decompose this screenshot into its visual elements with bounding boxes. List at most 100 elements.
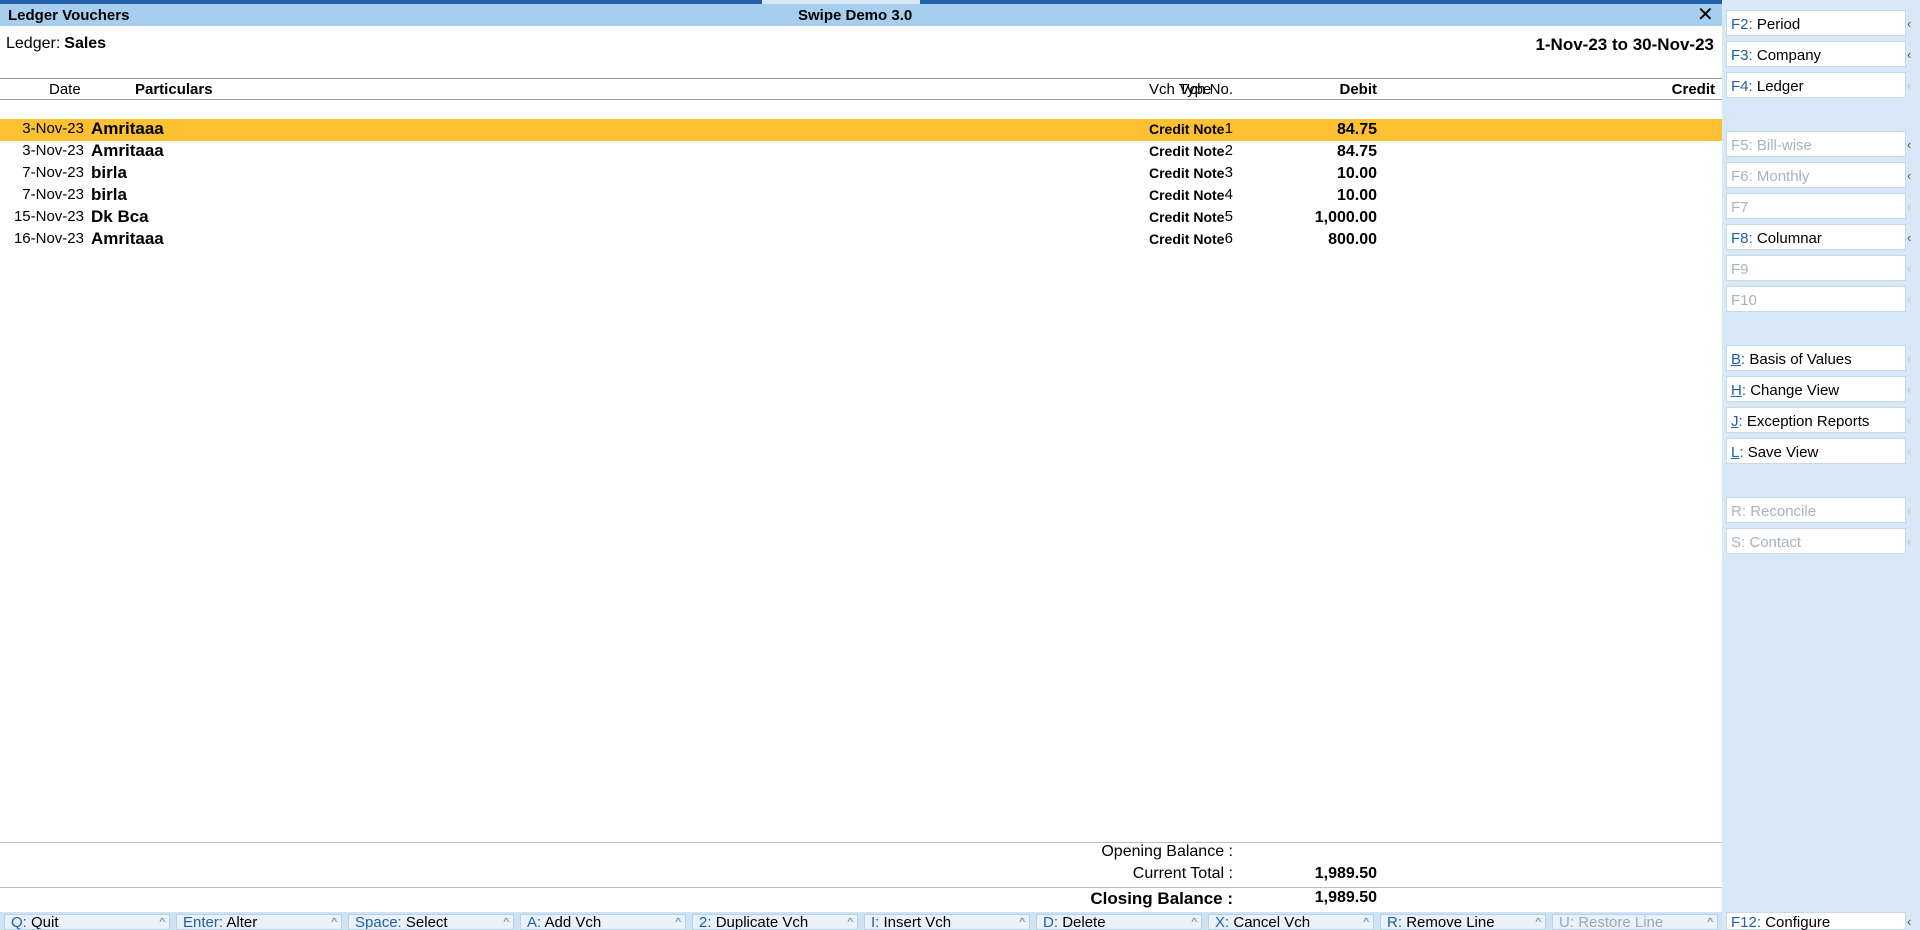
chevron-left-icon[interactable]: ‹ — [1907, 261, 1919, 276]
row-particulars: Amritaaa — [91, 119, 164, 138]
button-label: Restore Line — [1578, 914, 1664, 930]
chevron-up-icon: ^ — [331, 915, 337, 929]
row-vch-no: 6 — [1224, 230, 1233, 247]
chevron-left-icon[interactable]: ‹ — [1907, 16, 1919, 31]
restore-line-button[interactable]: U: Restore Line ^ — [1552, 914, 1718, 930]
period-range: 1-Nov-23 to 30-Nov-23 — [1535, 35, 1714, 54]
row-vch-no: 4 — [1224, 186, 1233, 203]
button-label: Monthly — [1756, 168, 1810, 185]
button-label: Select — [405, 914, 448, 930]
shortcut-key: F4 — [1731, 78, 1749, 95]
button-label: Duplicate Vch — [715, 914, 809, 930]
monthly-button[interactable]: F6: Monthly ‹ — [1726, 162, 1911, 188]
chevron-up-icon: ^ — [1019, 915, 1025, 929]
row-vch-type: Credit Note — [1149, 121, 1225, 137]
button-label: Columnar — [1756, 230, 1822, 247]
chevron-left-icon[interactable]: ‹ — [1907, 503, 1919, 518]
chevron-left-icon[interactable]: ‹ — [1907, 413, 1919, 428]
select-button[interactable]: Space: Select ^ — [348, 914, 514, 930]
contact-button[interactable]: S: Contact ‹ — [1726, 528, 1911, 554]
f10-button[interactable]: F10 ‹ — [1726, 286, 1911, 312]
close-icon[interactable]: ✕ — [1697, 2, 1714, 27]
row-vch-no: 1 — [1224, 120, 1233, 137]
table-row[interactable]: 15-Nov-23 Dk Bca Credit Note 5 1,000.00 — [0, 207, 1722, 229]
chevron-left-icon[interactable]: ‹ — [1907, 534, 1919, 549]
reconcile-button[interactable]: R: Reconcile ‹ — [1726, 497, 1911, 523]
chevron-left-icon[interactable]: ‹ — [1907, 168, 1919, 183]
button-label: Cancel Vch — [1233, 914, 1311, 930]
button-label: Change View — [1750, 382, 1840, 399]
period-button[interactable]: F2: Period ‹ — [1726, 10, 1911, 36]
totals-panel: Opening Balance : Current Total : 1,989.… — [0, 842, 1722, 910]
chevron-left-icon[interactable]: ‹ — [1907, 444, 1919, 459]
shortcut-key: U — [1559, 914, 1570, 930]
chevron-up-icon: ^ — [159, 915, 165, 929]
report-title: Ledger Vouchers — [8, 7, 130, 24]
button-label: Ledger — [1756, 78, 1804, 95]
table-row[interactable]: 3-Nov-23 Amritaaa Credit Note 2 84.75 — [0, 141, 1722, 163]
row-debit: 800.00 — [1328, 231, 1377, 248]
configure-button[interactable]: F12: Configure ‹ — [1726, 912, 1911, 930]
delete-button[interactable]: D: Delete ^ — [1036, 914, 1202, 930]
insert-voucher-button[interactable]: I: Insert Vch ^ — [864, 914, 1030, 930]
alter-button[interactable]: Enter: Alter ^ — [176, 914, 342, 930]
row-vch-no: 3 — [1224, 164, 1233, 181]
f7-button[interactable]: F7 ‹ — [1726, 193, 1911, 219]
col-credit: Credit — [1671, 81, 1715, 98]
company-button[interactable]: F3: Company ‹ — [1726, 41, 1911, 67]
row-vch-type: Credit Note — [1149, 143, 1225, 159]
row-debit: 10.00 — [1336, 165, 1377, 182]
button-label: Delete — [1062, 914, 1106, 930]
row-debit: 84.75 — [1336, 143, 1377, 160]
bill-wise-button[interactable]: F5: Bill-wise ‹ — [1726, 131, 1911, 157]
table-row[interactable]: 16-Nov-23 Amritaaa Credit Note 6 800.00 — [0, 229, 1722, 251]
company-name: Swipe Demo 3.0 — [798, 7, 913, 24]
row-vch-no: 2 — [1224, 142, 1233, 159]
chevron-up-icon: ^ — [1191, 915, 1197, 929]
duplicate-voucher-button[interactable]: 2: Duplicate Vch ^ — [692, 914, 858, 930]
ledger-label: Ledger: Sales — [6, 35, 106, 53]
table-row[interactable]: 7-Nov-23 birla Credit Note 3 10.00 — [0, 163, 1722, 185]
chevron-left-icon[interactable]: ‹ — [1907, 292, 1919, 307]
row-date: 7-Nov-23 — [22, 164, 84, 181]
chevron-left-icon[interactable]: ‹ — [1907, 137, 1919, 152]
chevron-up-icon: ^ — [675, 915, 681, 929]
shortcut-key: B — [1731, 351, 1742, 368]
table-row[interactable]: 7-Nov-23 birla Credit Note 4 10.00 — [0, 185, 1722, 207]
chevron-up-icon: ^ — [503, 915, 509, 929]
columnar-button[interactable]: F8: Columnar ‹ — [1726, 224, 1911, 250]
button-label: Contact — [1749, 534, 1802, 551]
totals-divider — [0, 887, 1722, 888]
remove-line-button[interactable]: R: Remove Line ^ — [1380, 914, 1546, 930]
add-voucher-button[interactable]: A: Add Vch ^ — [520, 914, 686, 930]
chevron-left-icon[interactable]: ‹ — [1907, 914, 1919, 929]
shortcut-key: A — [527, 914, 538, 930]
chevron-left-icon[interactable]: ‹ — [1907, 78, 1919, 93]
quit-button[interactable]: Q: Quit ^ — [4, 914, 170, 930]
row-particulars: birla — [91, 185, 127, 204]
shortcut-key: Q — [11, 914, 23, 930]
ledger-button[interactable]: F4: Ledger ‹ — [1726, 72, 1911, 98]
chevron-left-icon[interactable]: ‹ — [1907, 199, 1919, 214]
closing-balance-label: Closing Balance : — [1090, 889, 1233, 908]
ledger-header: Ledger: Sales 1-Nov-23 to 30-Nov-23 — [0, 26, 1722, 78]
chevron-left-icon[interactable]: ‹ — [1907, 351, 1919, 366]
chevron-left-icon[interactable]: ‹ — [1907, 382, 1919, 397]
f9-button[interactable]: F9 ‹ — [1726, 255, 1911, 281]
shortcut-key: R — [1731, 503, 1742, 520]
row-date: 15-Nov-23 — [13, 208, 84, 225]
save-view-button[interactable]: L: Save View ‹ — [1726, 438, 1911, 464]
chevron-left-icon[interactable]: ‹ — [1907, 47, 1919, 62]
chevron-left-icon[interactable]: ‹ — [1907, 230, 1919, 245]
closing-balance-value: 1,989.50 — [1314, 889, 1377, 906]
row-vch-type: Credit Note — [1149, 231, 1225, 247]
table-row[interactable]: 3-Nov-23 Amritaaa Credit Note 1 84.75 — [0, 119, 1722, 141]
exception-reports-button[interactable]: J: Exception Reports ‹ — [1726, 407, 1911, 433]
button-label: Configure — [1765, 914, 1831, 930]
opening-balance-label: Opening Balance : — [1101, 843, 1233, 860]
ledger-name: Sales — [64, 35, 107, 52]
cancel-voucher-button[interactable]: X: Cancel Vch ^ — [1208, 914, 1374, 930]
row-date: 3-Nov-23 — [22, 120, 84, 137]
basis-of-values-button[interactable]: B: Basis of Values ‹ — [1726, 345, 1911, 371]
change-view-button[interactable]: H: Change View ‹ — [1726, 376, 1911, 402]
